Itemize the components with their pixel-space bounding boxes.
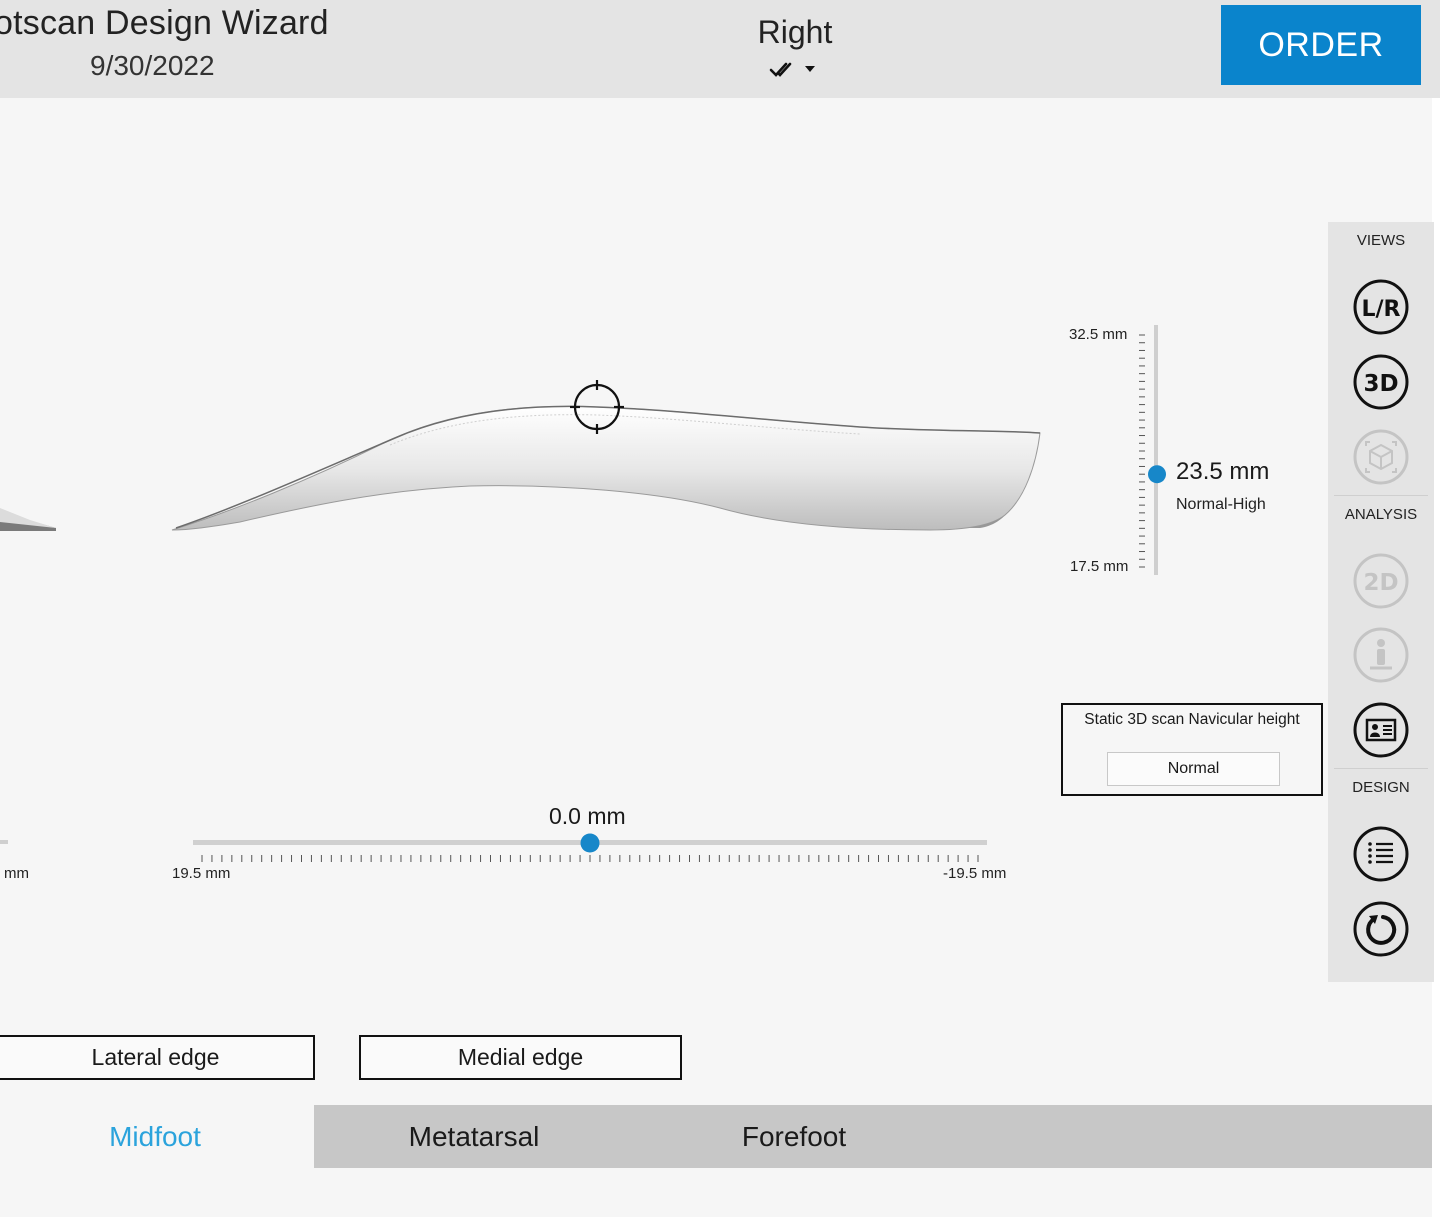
caret-down-icon	[805, 66, 815, 72]
standing-person-icon	[1353, 627, 1409, 683]
medial-edge-button[interactable]: Medial edge	[359, 1035, 682, 1080]
foot-side-label: Right	[757, 14, 833, 50]
reset-icon[interactable]	[1352, 900, 1410, 958]
insole-left-view	[0, 508, 56, 531]
offset-max-label: -19.5 mm	[943, 865, 1007, 882]
foot-side-selector[interactable]: Right	[740, 14, 850, 77]
height-scale-track[interactable]	[1154, 325, 1158, 575]
offset-slider[interactable]	[0, 833, 987, 863]
offset-min-label: 19.5 mm	[172, 865, 231, 882]
toolbar-divider	[1334, 495, 1428, 496]
analysis-section-label: ANALYSIS	[1344, 506, 1418, 523]
order-button[interactable]: ORDER	[1221, 5, 1421, 85]
navicular-height-title: Static 3D scan Navicular height	[1084, 711, 1300, 728]
left-right-view-icon[interactable]: L/R	[1352, 278, 1410, 336]
lateral-edge-button[interactable]: Lateral edge	[0, 1035, 315, 1080]
svg-text:L/R: L/R	[1362, 297, 1401, 322]
height-classification: Normal-High	[1176, 496, 1266, 513]
offset-value: 0.0 mm	[549, 803, 626, 829]
header-bar: otscan Design Wizard 9/30/2022 Right ORD…	[0, 0, 1440, 98]
views-section-label: VIEWS	[1356, 232, 1406, 249]
height-scale[interactable]	[1139, 325, 1166, 575]
toolbar-divider	[1334, 768, 1428, 769]
cube-view-icon	[1353, 429, 1409, 485]
tab-midfoot[interactable]: Midfoot	[0, 1105, 310, 1168]
design-section-label: DESIGN	[1352, 779, 1410, 796]
tab-metatarsal[interactable]: Metatarsal	[314, 1105, 634, 1168]
height-scale-max-label: 32.5 mm	[1069, 326, 1128, 343]
navicular-height-panel: Static 3D scan Navicular height Normal	[1061, 703, 1323, 796]
height-value: 23.5 mm	[1176, 458, 1270, 485]
2d-analysis-icon: 2D	[1353, 553, 1409, 609]
right-toolbar: VIEWS L/R 3D ANALYSIS 2D DESIGN	[1328, 222, 1434, 982]
height-scale-min-label: 17.5 mm	[1070, 558, 1129, 575]
offset-unit-label-left-view: mm	[4, 865, 29, 882]
height-slider-knob[interactable]	[1148, 465, 1166, 484]
insole-model[interactable]	[171, 405, 1041, 531]
svg-text:3D: 3D	[1363, 371, 1398, 397]
double-check-icon	[769, 62, 792, 77]
offset-slider-track-left-view	[0, 840, 8, 844]
svg-text:2D: 2D	[1363, 570, 1398, 596]
offset-slider-knob[interactable]	[580, 833, 600, 853]
app-title: otscan Design Wizard	[0, 4, 329, 42]
list-icon[interactable]	[1352, 825, 1410, 883]
3d-view-icon[interactable]: 3D	[1352, 353, 1410, 411]
tab-forefoot[interactable]: Forefoot	[634, 1105, 954, 1168]
report-card-icon[interactable]	[1352, 701, 1410, 759]
scan-date: 9/30/2022	[90, 50, 215, 81]
navicular-height-value: Normal	[1107, 752, 1280, 786]
